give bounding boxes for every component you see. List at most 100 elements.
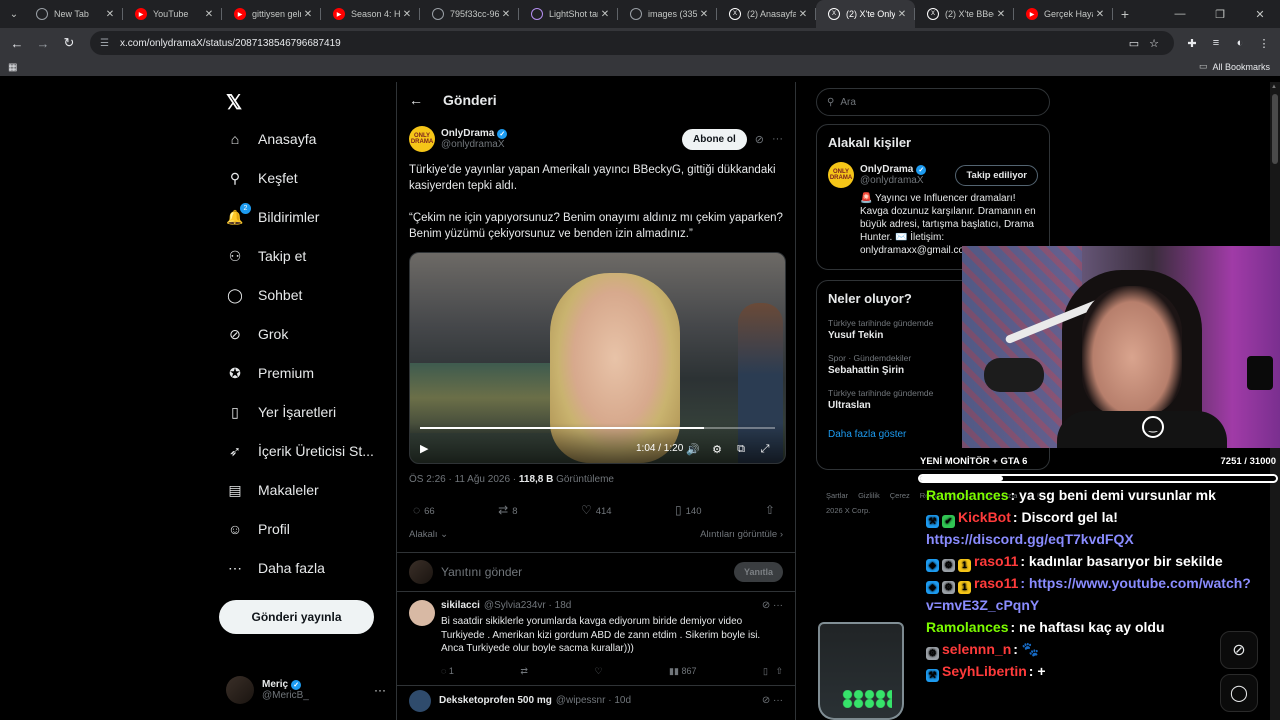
reload-icon[interactable]: ↻: [56, 35, 82, 51]
close-tab-icon[interactable]: ✕: [697, 9, 711, 20]
video-progress-bar[interactable]: [420, 427, 775, 429]
reply-item[interactable]: Deksketoprofen 500 mg @wipessnr · 10d ⊘ …: [397, 684, 795, 716]
nav-item-creator-studio[interactable]: ➶ İçerik Üreticisi St...: [226, 436, 374, 466]
tab-8[interactable]: X (2) X'te OnlyDr✕: [816, 0, 915, 28]
tab-6[interactable]: images (335×5✕: [618, 0, 717, 28]
reply-item[interactable]: sikilacci @Sylvia234vr · 18d ⊘ ··· Bi saat…: [397, 592, 795, 685]
nav-item-follow[interactable]: ⚇ Takip et: [226, 241, 307, 271]
back-arrow-icon[interactable]: ←: [409, 92, 423, 108]
footer-link[interactable]: Gizlilik: [858, 491, 880, 500]
nav-item-chat[interactable]: ◯ Sohbet: [226, 280, 302, 310]
video-player[interactable]: ▶ 1:04 / 1:20 🔊 ⚙ ⧉ ⤢: [409, 252, 786, 464]
close-tab-icon[interactable]: ✕: [895, 9, 909, 20]
author-name[interactable]: OnlyDrama: [441, 128, 494, 139]
footer-link[interactable]: Çerez: [890, 491, 910, 500]
views-button[interactable]: ▮▮ 867: [669, 666, 696, 677]
related-dropdown[interactable]: Alakalı ⌄: [409, 529, 448, 540]
all-bookmarks[interactable]: ▭ All Bookmarks: [1199, 61, 1270, 72]
avatar[interactable]: [409, 689, 431, 712]
nav-item-notifications[interactable]: 🔔 2 Bildirimler: [226, 202, 319, 232]
avatar[interactable]: [409, 600, 435, 626]
tab-2[interactable]: ▶ gittiysen gelme✕: [222, 0, 321, 28]
nav-item-grok[interactable]: ⊘ Grok: [226, 319, 288, 349]
messages-float-icon[interactable]: ◯: [1220, 674, 1258, 712]
nav-item-articles[interactable]: ▤ Makaleler: [226, 475, 318, 505]
settings-icon[interactable]: ⚙: [705, 443, 729, 456]
reply-input[interactable]: Yanıtını gönder: [441, 565, 734, 579]
chat-username[interactable]: Ramolances: [926, 487, 1008, 503]
close-tab-icon[interactable]: ✕: [103, 9, 117, 20]
chat-username[interactable]: SeyhLibertin: [942, 663, 1027, 679]
subscribe-button[interactable]: Abone ol: [682, 128, 747, 150]
nav-item-bookmarks[interactable]: ▯ Yer İşaretleri: [226, 397, 336, 427]
repost-button[interactable]: ⇄ 8: [498, 503, 517, 517]
nav-item-explore[interactable]: ⚲ Keşfet: [226, 163, 298, 193]
grok-icon[interactable]: ⊘: [755, 133, 764, 146]
tab-9[interactable]: X (2) X'te BBecky✕: [915, 0, 1014, 28]
person-name[interactable]: OnlyDrama: [860, 164, 913, 175]
forward-icon[interactable]: →: [30, 36, 56, 51]
close-window-icon[interactable]: ✕: [1240, 8, 1280, 21]
menu-icon[interactable]: ⋮: [1252, 37, 1276, 50]
chat-username[interactable]: KickBot: [958, 509, 1011, 525]
close-tab-icon[interactable]: ✕: [994, 9, 1008, 20]
search-input[interactable]: ⚲ Ara: [816, 88, 1050, 116]
star-icon[interactable]: ☆: [1144, 37, 1164, 50]
like-button[interactable]: ♡ 414: [581, 503, 612, 517]
share-button[interactable]: ⇧: [765, 503, 779, 517]
more-icon[interactable]: ···: [374, 683, 386, 697]
grok-icon[interactable]: ⊘ ···: [762, 600, 783, 611]
nav-item-home[interactable]: ⌂ Anasayfa: [226, 124, 317, 154]
back-icon[interactable]: ←: [4, 36, 30, 51]
play-icon[interactable]: ▶: [420, 442, 428, 455]
close-tab-icon[interactable]: ✕: [1093, 9, 1107, 20]
nav-item-more[interactable]: ⋯ Daha fazla: [226, 553, 325, 583]
more-icon[interactable]: ⊘ ···: [762, 695, 783, 706]
following-button[interactable]: Takip ediliyor: [955, 164, 1038, 186]
tab-10[interactable]: ▶ Gerçek Hayatta✕: [1014, 0, 1113, 28]
repost-icon[interactable]: ⇄: [520, 666, 528, 677]
view-quotes-link[interactable]: Alıntıları görüntüle ›: [700, 529, 783, 540]
close-tab-icon[interactable]: ✕: [598, 9, 612, 20]
more-icon[interactable]: ···: [772, 133, 783, 145]
close-tab-icon[interactable]: ✕: [202, 9, 216, 20]
reply-author[interactable]: sikilacci: [441, 600, 480, 611]
tab-1[interactable]: ▶ YouTube ✕: [123, 0, 222, 28]
nav-item-profile[interactable]: ☺ Profil: [226, 514, 290, 544]
reply-button[interactable]: ◌ 66: [413, 503, 435, 517]
reply-button[interactable]: ◌ 1: [441, 666, 454, 677]
reply-submit-button[interactable]: Yanıtla: [733, 562, 783, 582]
profile-icon[interactable]: ◐: [1228, 37, 1252, 50]
picture-in-picture-icon[interactable]: ⧉: [729, 443, 753, 456]
minimize-icon[interactable]: —: [1160, 8, 1200, 20]
chat-username[interactable]: raso11: [974, 553, 1018, 569]
footer-link[interactable]: Şartlar: [826, 491, 848, 500]
chat-text[interactable]: https://discord.gg/eqT7kvdFQX: [926, 531, 1134, 547]
account-switcher[interactable]: Meriç ✓ @MericB_ ···: [226, 674, 386, 706]
extensions-icon[interactable]: ✚: [1180, 37, 1204, 50]
cast-icon[interactable]: ▭: [1124, 37, 1144, 50]
author-avatar[interactable]: ONLY DRAMA: [409, 126, 435, 152]
restore-icon[interactable]: ❐: [1200, 8, 1240, 21]
person-avatar[interactable]: ONLY DRAMA: [828, 162, 854, 188]
close-tab-icon[interactable]: ✕: [796, 9, 810, 20]
close-tab-icon[interactable]: ✕: [400, 9, 414, 20]
chat-username[interactable]: Ramolances: [926, 619, 1008, 635]
bookmark-icon[interactable]: ▯ ⇧: [763, 666, 783, 677]
tab-7[interactable]: X (2) Anasayfa / X✕: [717, 0, 816, 28]
new-tab-button[interactable]: +: [1113, 6, 1137, 22]
volume-icon[interactable]: 🔊: [681, 443, 705, 456]
fullscreen-icon[interactable]: ⤢: [753, 443, 777, 456]
post-button[interactable]: Gönderi yayınla: [219, 600, 374, 634]
x-logo-icon[interactable]: 𝕏: [226, 90, 242, 115]
tab-5[interactable]: LightShot taraf✕: [519, 0, 618, 28]
reply-author[interactable]: Deksketoprofen 500 mg: [439, 695, 552, 706]
tab-4[interactable]: 795f33cc-9634✕: [420, 0, 519, 28]
author-handle[interactable]: @onlydramaX: [441, 139, 507, 150]
close-tab-icon[interactable]: ✕: [499, 9, 513, 20]
chat-username[interactable]: raso11: [974, 575, 1018, 591]
chat-username[interactable]: selennn_n: [942, 641, 1011, 657]
address-bar[interactable]: ☰ x.com/onlydramaX/status/20871385467966…: [90, 31, 1174, 55]
bookmark-button[interactable]: ▯ 140: [675, 503, 701, 517]
media-icon[interactable]: ≡: [1204, 37, 1228, 50]
